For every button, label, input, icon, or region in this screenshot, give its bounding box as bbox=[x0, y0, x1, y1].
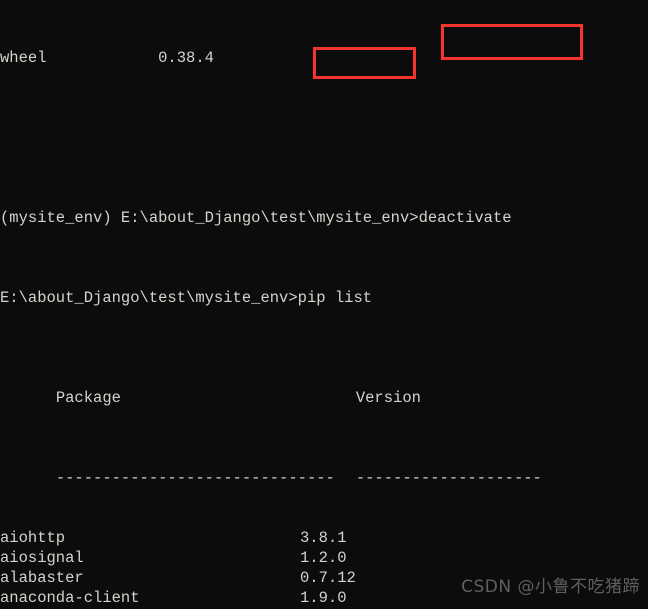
package-version: 3.8.1 bbox=[300, 529, 347, 547]
prompt-line-deactivate: (mysite_env) E:\about_Django\test\mysite… bbox=[0, 209, 512, 227]
package-version: 0.7.12 bbox=[300, 569, 356, 587]
prompt-line-pip-list: E:\about_Django\test\mysite_env>pip list bbox=[0, 289, 373, 307]
package-row: aiosignal 1.2.0 bbox=[0, 548, 648, 568]
package-row: aiohttp 3.8.1 bbox=[0, 528, 648, 548]
package-name: aiosignal bbox=[0, 549, 84, 567]
package-version: 1.9.0 bbox=[300, 589, 347, 607]
separator-version: -------------------- bbox=[355, 469, 542, 487]
scrollback-line: wheel 0.38.4 bbox=[0, 49, 214, 67]
column-header-package: Package bbox=[55, 389, 121, 407]
package-name: alabaster bbox=[0, 569, 84, 587]
separator-package: ------------------------------ bbox=[55, 469, 335, 487]
column-header-version: Version bbox=[355, 389, 421, 407]
package-name: anaconda-client bbox=[0, 589, 140, 607]
table-separator-row: ------------------------------ ----------… bbox=[0, 448, 648, 487]
terminal-output: wheel 0.38.4 (mysite_env) E:\about_Djang… bbox=[0, 0, 648, 609]
terminal-window[interactable]: wheel 0.38.4 (mysite_env) E:\about_Djang… bbox=[0, 0, 648, 609]
table-header-row: Package Version bbox=[0, 368, 648, 407]
csdn-watermark: CSDN @小鲁不吃猪蹄 bbox=[461, 577, 640, 597]
package-version: 1.2.0 bbox=[300, 549, 347, 567]
package-name: aiohttp bbox=[0, 529, 66, 547]
